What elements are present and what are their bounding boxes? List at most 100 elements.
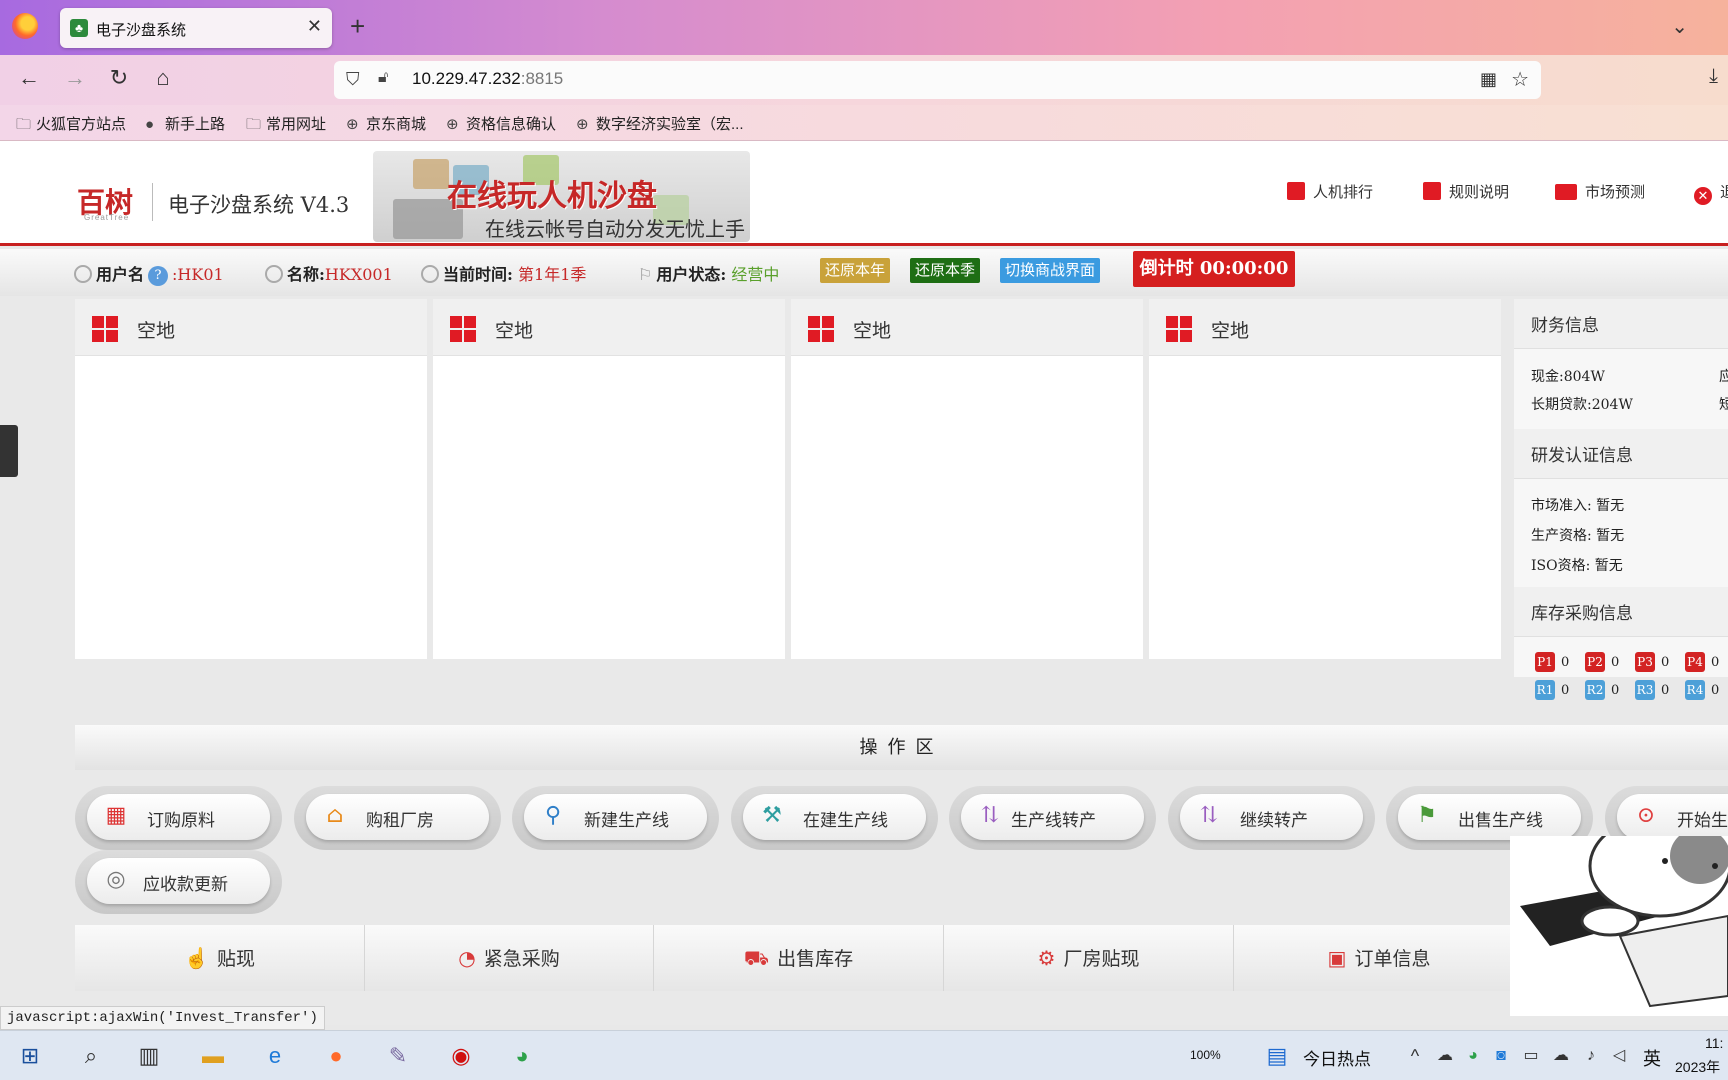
battery-tray-icon[interactable]: ▭	[1516, 1041, 1546, 1071]
firefox-small-icon: ●	[145, 116, 155, 133]
stock-item-p1[interactable]: P1 0	[1535, 652, 1569, 672]
panel-header: 空地	[75, 299, 427, 356]
grid-icon	[808, 316, 834, 342]
operation-zone-title: 操作区	[75, 725, 1728, 770]
search-icon[interactable]: ⌕	[76, 1041, 106, 1071]
rules-link[interactable]: 规则说明	[1423, 181, 1509, 202]
help-icon[interactable]: ?	[148, 266, 169, 286]
sell-inventory-button[interactable]: ⛟ 出售库存	[654, 925, 944, 991]
factory-panel[interactable]: 空地	[433, 299, 785, 659]
clock-date[interactable]: 2023年	[1675, 1057, 1720, 1077]
windows-start-icon[interactable]: ⊞	[15, 1041, 45, 1071]
factory-panel[interactable]: 空地	[791, 299, 1143, 659]
input-method-indicator[interactable]: 英	[1643, 1045, 1661, 1071]
user-icon	[265, 265, 283, 283]
start-icon: ⊙	[1636, 803, 1656, 828]
chevron-up-icon[interactable]: ^	[1400, 1041, 1430, 1071]
promo-banner[interactable]: 在线玩人机沙盘 在线云帐号自动分发无忧上手	[373, 151, 750, 242]
wechat-icon[interactable]: ◕	[507, 1041, 537, 1071]
shield-icon[interactable]: ⛉	[346, 69, 360, 90]
file-explorer-icon[interactable]: ▬	[198, 1041, 228, 1071]
back-icon[interactable]: ←	[14, 65, 44, 91]
paint-icon[interactable]: ✎	[383, 1041, 413, 1071]
banner-headline: 在线玩人机沙盘	[447, 179, 657, 214]
factory-panel[interactable]: 空地	[75, 299, 427, 659]
urgent-purchase-button[interactable]: ◔ 紧急采购	[365, 925, 654, 991]
news-widget-label[interactable]: 今日热点	[1303, 1045, 1371, 1070]
info-sidebar: 财务信息 现金:804W 应 长期贷款:204W 短 研发认证信息 市场准入: …	[1514, 299, 1728, 700]
chevron-down-icon[interactable]: ⌄	[1671, 14, 1688, 39]
browser-tab[interactable]: ♣ 电子沙盘系统 ✕	[60, 8, 332, 48]
insecure-lock-icon[interactable]: 🔓︎	[378, 69, 388, 87]
buy-rent-plant-button[interactable]: ⌂ 购租厂房	[306, 794, 489, 840]
tray-icon[interactable]: ◙	[1486, 1041, 1516, 1071]
sell-line-button[interactable]: ⚑ 出售生产线	[1398, 794, 1581, 840]
bookmark-item[interactable]: 🗀︎ 火狐官方站点	[16, 113, 126, 139]
start-production-button[interactable]: ⊙ 开始生	[1617, 794, 1728, 840]
microphone-icon[interactable]: ♪	[1576, 1041, 1606, 1071]
close-icon[interactable]: ✕	[307, 16, 322, 37]
stock-item-p3[interactable]: P3 0	[1635, 652, 1669, 672]
firefox-taskbar-icon[interactable]: ●	[321, 1041, 351, 1071]
bookmark-item[interactable]: ⊕ 数字经济实验室（宏...	[576, 113, 744, 134]
restore-year-button[interactable]: 还原本年	[820, 258, 891, 283]
qr-code-icon[interactable]: ▦	[1480, 69, 1497, 90]
order-materials-button[interactable]: ▦ 订购原料	[87, 794, 270, 840]
side-handle[interactable]	[0, 425, 18, 477]
new-production-line-button[interactable]: ⚲ 新建生产线	[524, 794, 707, 840]
globe-icon: ⊕	[346, 116, 359, 133]
record-icon[interactable]: ◉	[446, 1041, 476, 1071]
continue-switch-button[interactable]: ⇅ 继续转产	[1180, 794, 1363, 840]
tree-favicon-icon: ♣	[70, 19, 88, 37]
clock-icon	[421, 265, 439, 283]
plant-discount-button[interactable]: ⚙ 厂房贴现	[944, 925, 1234, 991]
battery-indicator[interactable]: 100%	[1190, 1048, 1221, 1062]
ranking-link[interactable]: 人机排行	[1287, 181, 1373, 202]
reload-icon[interactable]: ↻	[104, 65, 134, 91]
onedrive-icon[interactable]: ☁	[1546, 1041, 1576, 1071]
edge-icon[interactable]: e	[260, 1041, 290, 1071]
flag-icon: ⚐	[638, 265, 653, 284]
volume-icon[interactable]: ◁	[1604, 1041, 1634, 1071]
url-bar[interactable]: ⛉ 🔓︎ 10.229.47.232:8815 ▦ ☆	[334, 61, 1541, 99]
forward-icon[interactable]: →	[60, 65, 90, 91]
discount-button[interactable]: ☝ 贴现	[75, 925, 365, 991]
tray-icon[interactable]: ☁	[1430, 1041, 1460, 1071]
market-forecast-link[interactable]: 市场预测	[1555, 181, 1645, 202]
building-line-button[interactable]: ⚒ 在建生产线	[743, 794, 926, 840]
receivable-update-button[interactable]: ◎ 应收款更新	[87, 858, 270, 904]
url-text[interactable]: 10.229.47.232:8815	[412, 69, 563, 89]
stock-item-p2[interactable]: P2 0	[1585, 652, 1619, 672]
bookmark-item[interactable]: ⊕ 京东商城	[346, 113, 426, 134]
market-access-value: 市场准入: 暂无	[1531, 498, 1625, 514]
new-tab-icon[interactable]: +	[350, 12, 365, 40]
stock-item-r3[interactable]: R3 0	[1635, 680, 1669, 700]
long-loan-value: 长期贷款:204W	[1531, 397, 1633, 413]
bookmark-star-icon[interactable]: ☆	[1511, 67, 1529, 92]
stock-item-r1[interactable]: R1 0	[1535, 680, 1569, 700]
home-icon[interactable]: ⌂	[148, 65, 178, 91]
stock-item-p4[interactable]: P4 0	[1685, 652, 1719, 672]
switch-battle-view-button[interactable]: 切换商战界面	[1000, 258, 1101, 283]
firefox-icon[interactable]	[12, 13, 38, 39]
task-view-icon[interactable]: ▥	[134, 1041, 164, 1071]
clock-time[interactable]: 11:	[1705, 1035, 1723, 1051]
runner-icon: ⇅	[980, 803, 1000, 828]
logo-subtitle: GreatTree	[84, 213, 130, 222]
bookmark-item[interactable]: 🗀︎ 常用网址	[246, 113, 326, 139]
bookmark-item[interactable]: ● 新手上路	[145, 113, 225, 134]
browser-nav-bar: ← → ↻ ⌂ ⛉ 🔓︎ 10.229.47.232:8815 ▦ ☆ ⤓	[0, 55, 1728, 105]
restore-quarter-button[interactable]: 还原本季	[910, 258, 981, 283]
line-switch-button-frame: ⇅ 生产线转产	[949, 786, 1156, 850]
news-widget-icon[interactable]: ▤	[1262, 1041, 1292, 1071]
download-icon[interactable]: ⤓	[1709, 65, 1718, 88]
stock-item-r2[interactable]: R2 0	[1585, 680, 1619, 700]
bookmark-item[interactable]: ⊕ 资格信息确认	[446, 113, 556, 134]
line-switch-button[interactable]: ⇅ 生产线转产	[961, 794, 1144, 840]
stock-item-r4[interactable]: R4 0	[1685, 680, 1719, 700]
tray-icon[interactable]: ◕	[1458, 1041, 1488, 1071]
grid-icon	[450, 316, 476, 342]
logout-link[interactable]: ✕ 退	[1694, 181, 1728, 205]
order-info-button[interactable]: ▣ 订单信息	[1234, 925, 1524, 991]
factory-panel[interactable]: 空地	[1149, 299, 1501, 659]
